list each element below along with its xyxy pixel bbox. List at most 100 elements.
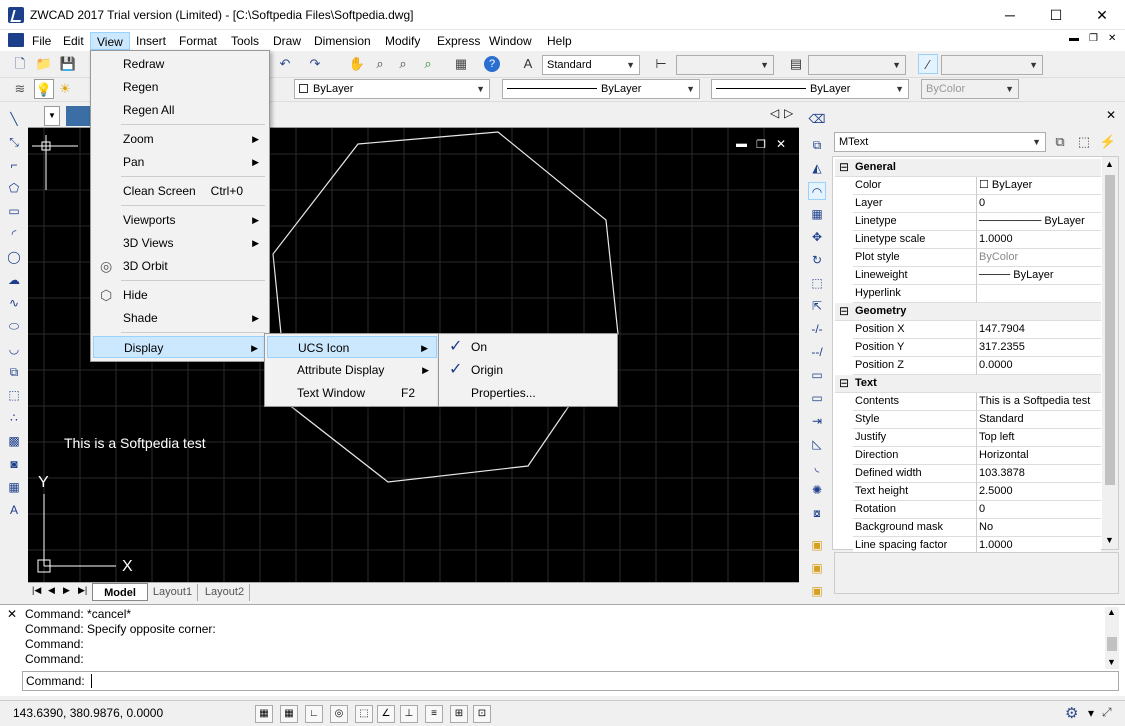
menu-edit[interactable]: Edit [57,32,90,50]
lineweight-display-icon[interactable]: ≡ [425,705,443,723]
menu-redraw[interactable]: Redraw [93,53,267,75]
property-row[interactable]: Hyperlink [835,285,1101,303]
menu-tools[interactable]: Tools [225,32,265,50]
app-logo-icon[interactable] [8,7,24,23]
property-row[interactable]: Layer 0 [835,195,1101,213]
circle-icon[interactable]: ◯ [5,248,23,266]
menu-regen[interactable]: Regen [93,76,267,98]
redo-icon[interactable]: ↷ [305,54,325,74]
draw-order-front-icon[interactable]: ▣ [808,536,826,554]
document-icon[interactable] [8,33,24,47]
menu-view[interactable]: View [90,32,130,50]
dimension-style-select[interactable]: ▼ [676,55,774,75]
menu-window[interactable]: Window [483,32,538,50]
property-row[interactable]: Justify Top left [835,429,1101,447]
calculator-icon[interactable]: ▦ [451,54,471,74]
extend-icon[interactable]: --/ [808,343,826,361]
last-tab-icon[interactable]: ▶| [78,585,87,596]
pan-hand-icon[interactable]: ✋ [347,54,367,74]
property-row[interactable]: Direction Horizontal [835,447,1101,465]
scroll-thumb[interactable] [1107,637,1117,651]
menu-ucs-icon[interactable]: UCS Icon ▶ [267,336,437,358]
line-icon[interactable]: ╲ [5,110,23,128]
dynamic-ucs-icon[interactable]: ⊥ [400,705,418,723]
property-value[interactable]: ByColor [977,249,1101,267]
fillet-icon[interactable]: ◟ [808,458,826,476]
menu-ucs-on[interactable]: ✓ On [441,336,615,358]
maximize-button[interactable]: ☐ [1033,0,1079,30]
trim-icon[interactable]: -/- [808,320,826,338]
ortho-mode-icon[interactable]: ∟ [305,705,323,723]
tab-list-dropdown[interactable]: ▼ [44,106,60,126]
multileader-style-icon[interactable]: ⁄ [918,54,938,74]
menu-modify[interactable]: Modify [379,32,426,50]
scale-icon[interactable]: ⬚ [808,274,826,292]
menu-zoom[interactable]: Zoom ▶ [93,128,267,150]
property-row[interactable]: Background mask No [835,519,1101,537]
insert-block-icon[interactable]: ⧉ [5,363,23,381]
scroll-down-icon[interactable]: ▼ [1105,535,1114,545]
property-row[interactable]: Linetype ──────── ByLayer [835,213,1101,231]
quick-properties-icon[interactable]: ⊡ [473,705,491,723]
property-value[interactable] [977,285,1101,303]
make-block-icon[interactable]: ⬚ [5,386,23,404]
draw-order-back-icon[interactable]: ▣ [808,559,826,577]
zoom-window-icon[interactable]: ⌕ [393,54,413,74]
arc-icon[interactable]: ◜ [5,225,23,243]
property-group-general[interactable]: General [835,159,1101,177]
layer-state-icon[interactable]: 💡 [34,79,54,99]
command-close-icon[interactable]: ✕ [7,607,17,621]
text-style-icon[interactable]: A [518,54,538,74]
property-row[interactable]: Style Standard [835,411,1101,429]
property-row[interactable]: Linetype scale 1.0000 [835,231,1101,249]
panel-close-icon[interactable]: ✕ [1106,108,1116,122]
rectangle-icon[interactable]: ▭ [5,202,23,220]
save-icon[interactable]: 💾 [58,54,78,74]
mdi-restore-button[interactable]: ❐ [1089,33,1098,44]
spline-icon[interactable]: ∿ [5,294,23,312]
new-file-icon[interactable]: 🗋 [10,54,30,74]
close-button[interactable]: ✕ [1079,0,1125,30]
layer-manager-icon[interactable]: ≋ [10,79,30,99]
property-row[interactable]: Rotation 0 [835,501,1101,519]
clean-screen-icon[interactable]: ⤢ [1102,705,1112,720]
property-row[interactable]: Plot style ByColor [835,249,1101,267]
table-style-select[interactable]: ▼ [808,55,906,75]
polar-tracking-icon[interactable]: ◎ [330,705,348,723]
menu-format[interactable]: Format [173,32,223,50]
property-value[interactable]: 0.0000 [977,357,1101,375]
menu-3d-views[interactable]: 3D Views ▶ [93,232,267,254]
property-row[interactable]: Lineweight ──── ByLayer [835,267,1101,285]
polygon-shape[interactable] [272,131,619,483]
menu-viewports[interactable]: Viewports ▶ [93,209,267,231]
property-group-geometry[interactable]: Geometry [835,303,1101,321]
menu-3d-orbit[interactable]: ◎ 3D Orbit [93,255,267,277]
move-icon[interactable]: ✥ [808,228,826,246]
menu-attribute-display[interactable]: Attribute Display ▶ [267,359,437,381]
break-icon[interactable]: ▭ [808,366,826,384]
property-value[interactable]: ☐ ByLayer [977,177,1101,195]
open-folder-icon[interactable]: 📁 [34,54,54,74]
array-icon[interactable]: ▦ [808,205,826,223]
property-group-text[interactable]: Text [835,375,1101,393]
property-row[interactable]: Color ☐ ByLayer [835,177,1101,195]
polyline-icon[interactable]: ⌐ [5,156,23,174]
edit-polyline-icon[interactable]: ⧇ [808,504,826,522]
menu-insert[interactable]: Insert [130,32,172,50]
undo-icon[interactable]: ↶ [275,54,295,74]
tab-layout2[interactable]: Layout2 [200,584,250,601]
object-type-select[interactable]: MText ▼ [834,132,1046,152]
property-value[interactable]: Top left [977,429,1101,447]
polygon-icon[interactable]: ⬠ [5,179,23,197]
scroll-down-icon[interactable]: ▼ [1107,657,1116,667]
mdi-minimize-button[interactable]: ▬ [1069,33,1079,44]
menu-text-window[interactable]: Text Window F2 [267,382,437,404]
region-icon[interactable]: ◙ [5,455,23,473]
menu-file[interactable]: File [26,32,57,50]
zoom-previous-icon[interactable]: ⌕ [418,54,438,74]
rotate-icon[interactable]: ↻ [808,251,826,269]
construction-line-icon[interactable]: ⤡ [5,133,23,151]
property-row[interactable]: Position X 147.7904 [835,321,1101,339]
dynamic-input-icon[interactable]: ⊞ [450,705,468,723]
tab-model[interactable]: Model [92,583,148,601]
